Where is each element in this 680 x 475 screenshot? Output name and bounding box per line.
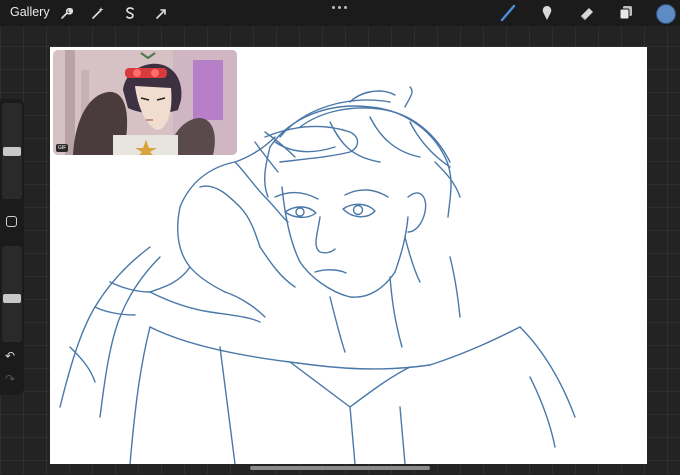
undo-icon[interactable]: ↶ <box>5 349 15 363</box>
magic-wand-icon[interactable] <box>88 3 108 23</box>
reference-artwork <box>53 50 237 155</box>
redo-icon[interactable]: ↷ <box>5 372 15 386</box>
more-options-icon[interactable] <box>331 5 349 11</box>
reference-image[interactable]: GIF <box>53 50 237 155</box>
left-sidebar: ↶ ↷ <box>0 99 24 395</box>
brush-size-thumb[interactable] <box>3 147 21 156</box>
selection-s-icon[interactable] <box>120 3 140 23</box>
home-indicator <box>250 466 430 470</box>
color-swatch[interactable] <box>656 4 676 24</box>
brush-size-slider[interactable] <box>2 103 22 199</box>
gallery-button[interactable]: Gallery <box>10 5 50 19</box>
opacity-thumb[interactable] <box>3 294 21 303</box>
top-toolbar: Gallery <box>0 0 680 26</box>
opacity-slider[interactable] <box>2 246 22 342</box>
brush-icon[interactable] <box>498 3 518 23</box>
square-icon[interactable] <box>6 216 17 227</box>
layers-icon[interactable] <box>616 3 636 23</box>
eraser-icon[interactable] <box>577 3 597 23</box>
gif-badge: GIF <box>56 144 69 152</box>
smudge-icon[interactable] <box>537 3 557 23</box>
wrench-icon[interactable] <box>56 3 76 23</box>
arrow-cursor-icon[interactable] <box>152 3 172 23</box>
